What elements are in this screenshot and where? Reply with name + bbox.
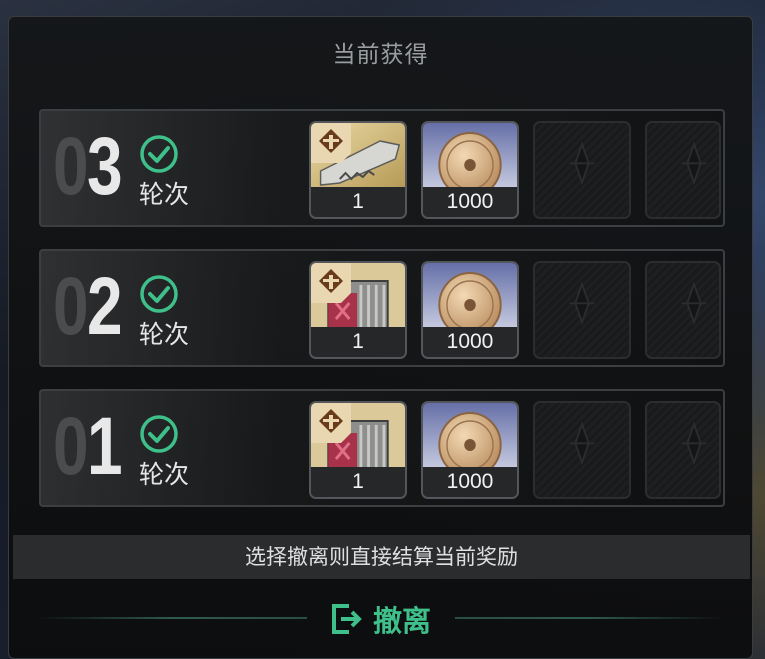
sparkle-placeholder-icon xyxy=(569,141,595,186)
reward-slot-crate[interactable]: 1 xyxy=(309,261,407,359)
sparkle-placeholder-icon xyxy=(681,281,707,326)
sparkle-placeholder-icon xyxy=(681,421,707,466)
item-quantity: 1000 xyxy=(423,327,517,357)
reward-slot-crate[interactable]: 1 xyxy=(309,401,407,499)
coin-item-icon xyxy=(423,123,517,189)
evacuate-button[interactable]: 撤离 xyxy=(329,597,431,641)
round-number: 03 xyxy=(53,121,123,212)
divider-left xyxy=(37,617,307,619)
check-circle-icon xyxy=(140,415,178,453)
check-circle-icon xyxy=(140,275,178,313)
empty-slot xyxy=(533,121,631,219)
round-row-3: 03 轮次 1 1000 xyxy=(39,109,725,227)
empty-slot xyxy=(533,261,631,359)
coin-item-icon xyxy=(423,263,517,329)
empty-slot xyxy=(533,401,631,499)
item-quantity: 1000 xyxy=(423,467,517,497)
round-number: 01 xyxy=(53,401,123,492)
coin-item-icon xyxy=(423,403,517,469)
settlement-notice: 选择撤离则直接结算当前奖励 xyxy=(13,535,750,579)
round-number: 02 xyxy=(53,261,123,352)
rarity-badge-icon xyxy=(311,403,351,443)
item-quantity: 1 xyxy=(311,187,405,217)
item-quantity: 1 xyxy=(311,467,405,497)
panel-title: 当前获得 xyxy=(332,42,429,68)
divider-right xyxy=(455,617,725,619)
reward-slot-coin[interactable]: 1000 xyxy=(421,121,519,219)
evacuate-label: 撤离 xyxy=(373,604,432,638)
rewards-panel: 当前获得 03 轮次 1 1000 02 轮次 1 1000 01 轮次 1 1… xyxy=(8,16,753,659)
sparkle-placeholder-icon xyxy=(569,421,595,466)
exit-icon xyxy=(332,604,362,634)
round-row-2: 02 轮次 1 1000 xyxy=(39,249,725,367)
round-label: 轮次 xyxy=(139,180,190,209)
rarity-badge-icon xyxy=(311,123,351,163)
round-label: 轮次 xyxy=(139,320,190,349)
empty-slot xyxy=(645,261,721,359)
check-circle-icon xyxy=(140,135,178,173)
round-row-1: 01 轮次 1 1000 xyxy=(39,389,725,507)
reward-slot-blade[interactable]: 1 xyxy=(309,121,407,219)
empty-slot xyxy=(645,121,721,219)
sparkle-placeholder-icon xyxy=(569,281,595,326)
rarity-badge-icon xyxy=(311,263,351,303)
round-label: 轮次 xyxy=(139,460,190,489)
item-quantity: 1 xyxy=(311,327,405,357)
reward-slot-coin[interactable]: 1000 xyxy=(421,401,519,499)
item-quantity: 1000 xyxy=(423,187,517,217)
reward-slot-coin[interactable]: 1000 xyxy=(421,261,519,359)
empty-slot xyxy=(645,401,721,499)
sparkle-placeholder-icon xyxy=(681,141,707,186)
